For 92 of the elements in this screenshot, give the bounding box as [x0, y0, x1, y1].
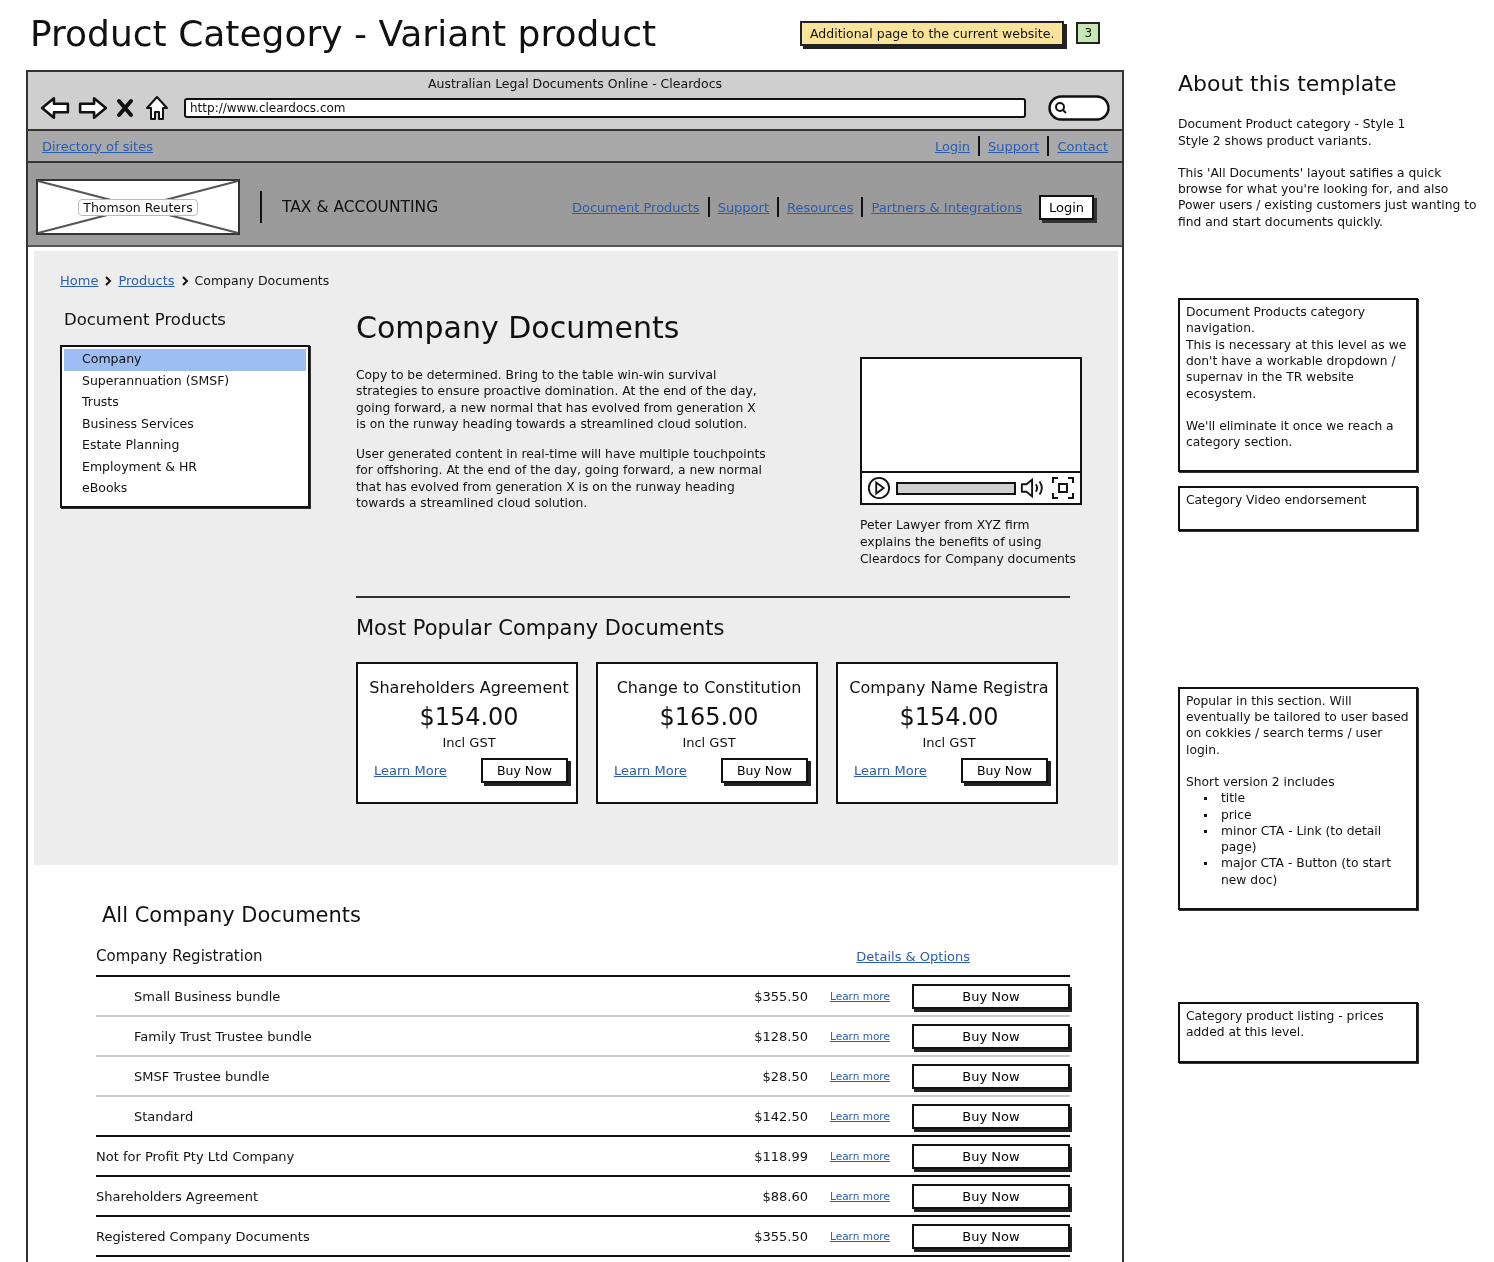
tax-note: Incl GST — [921, 735, 977, 750]
search-field[interactable] — [1048, 95, 1110, 121]
learn-more-link[interactable]: Learn more — [830, 1190, 912, 1202]
back-icon[interactable] — [40, 95, 70, 121]
category-item[interactable]: Employment & HR — [64, 456, 306, 478]
section-title: Most Popular Company Documents — [356, 616, 726, 640]
document-price: $88.60 — [761, 1188, 808, 1204]
note-text: This is necessary at this level as we don't have a workable dropdown / supernav in the TR website ecosystem. — [1186, 336, 1408, 402]
buy-now-button[interactable]: Buy Now — [480, 758, 568, 783]
note-text: We'll eliminate it once we reach a category section. — [1186, 417, 1395, 451]
category-item[interactable]: Company — [64, 349, 306, 371]
note-text: Category Video endorsement — [1186, 492, 1368, 509]
learn-more-link[interactable]: Learn more — [830, 1070, 912, 1082]
chevron-icon — [104, 275, 113, 286]
document-price: $142.50 — [753, 1108, 808, 1124]
breadcrumb-link[interactable]: Products — [118, 273, 175, 288]
card-price: $154.00 — [898, 703, 1000, 731]
note-text: Short version 2 includes — [1186, 773, 1336, 791]
note-bullet: price — [1221, 806, 1252, 823]
section-title: Company Documents — [356, 310, 681, 345]
buy-now-button[interactable]: Buy Now — [960, 758, 1048, 783]
learn-more-link[interactable]: Learn More — [374, 763, 447, 778]
section-title: All Company Documents — [102, 903, 363, 927]
document-price: $118.99 — [753, 1148, 808, 1164]
buy-now-button[interactable]: Buy Now — [912, 1063, 1070, 1089]
document-price: $28.50 — [761, 1068, 808, 1084]
learn-more-link[interactable]: Learn more — [830, 1030, 912, 1042]
learn-more-link[interactable]: Learn more — [830, 1110, 912, 1122]
category-item[interactable]: Estate Planning — [64, 435, 306, 457]
note-text: Popular in this section. Will eventually be tailored to user based on cokkies / search terms / user login. — [1186, 692, 1410, 758]
tax-note: Incl GST — [681, 735, 737, 750]
buy-now-button[interactable]: Buy Now — [912, 1183, 1070, 1209]
chevron-icon — [180, 275, 189, 286]
buy-now-button[interactable]: Buy Now — [912, 1023, 1070, 1049]
document-name: SMSF Trustee bundle — [134, 1068, 271, 1084]
note-bullet: major CTA - Button (to start new doc) — [1221, 855, 1393, 888]
about-text: Style 2 shows product variants. — [1178, 132, 1373, 149]
card-title: Change to Constitution — [615, 678, 803, 697]
buy-now-button[interactable]: Buy Now — [912, 1103, 1070, 1129]
learn-more-link[interactable]: Learn more — [830, 1230, 912, 1242]
note-bullet: title — [1221, 790, 1246, 807]
learn-more-link[interactable]: Learn more — [830, 1150, 912, 1162]
category-item[interactable]: Trusts — [64, 392, 306, 414]
learn-more-link[interactable]: Learn more — [830, 990, 912, 1002]
forward-icon[interactable] — [78, 95, 108, 121]
page-title: Product Category - Variant product — [30, 12, 658, 54]
note-bullet: minor CTA - Link (to detail page) — [1221, 822, 1383, 856]
about-text: This 'All Documents' layout satifies a quick browse for what you're looking for, and also Power users / existing customers just wanting to find and start documents quickly. — [1178, 164, 1478, 231]
document-name: Not for Profit Pty Ltd Company — [96, 1148, 296, 1164]
body-text: User generated content in real-time will have multiple touchpoints for offshoring. At the end of the day, going forward, a new normal that has evolved from generation X is on the runway heading towards a streamlined cloud solution. — [356, 446, 766, 512]
group-name: Company Registration — [96, 947, 263, 965]
sticky-note: Additional page to the current website. — [800, 20, 1065, 46]
buy-now-button[interactable]: Buy Now — [720, 758, 808, 783]
document-name: Standard — [134, 1108, 195, 1124]
buy-now-button[interactable]: Buy Now — [912, 1143, 1070, 1169]
buy-now-button[interactable]: Buy Now — [912, 983, 1070, 1009]
card-price: $154.00 — [418, 703, 520, 731]
document-name: Small Business bundle — [134, 988, 282, 1004]
document-name: Family Trust Trustee bundle — [134, 1028, 313, 1044]
document-price: $355.50 — [753, 988, 808, 1004]
document-price: $355.50 — [753, 1228, 808, 1244]
sidebar-title: Document Products — [64, 310, 227, 329]
card-title: Shareholders Agreement — [368, 678, 570, 697]
document-name: Registered Company Documents — [96, 1228, 311, 1244]
document-name: Shareholders Agreement — [96, 1188, 260, 1204]
buy-now-button[interactable]: Buy Now — [912, 1223, 1070, 1249]
card-price: $165.00 — [658, 703, 760, 731]
about-text: Document Product category - Style 1 — [1178, 116, 1407, 133]
about-title: About this template — [1178, 76, 1398, 93]
address-field[interactable]: http://www.cleardocs.com — [184, 98, 1026, 118]
learn-more-link[interactable]: Learn More — [614, 763, 687, 778]
volume-icon[interactable] — [1020, 476, 1046, 500]
brand-name: TAX & ACCOUNTING — [282, 198, 440, 216]
details-link[interactable]: Details & Options — [856, 948, 970, 964]
card-title: Company Name Registra — [848, 678, 1050, 697]
body-text: Copy to be determined. Bring to the table win-win survival strategies to ensure proactive domination. At the end of the day, going forward, a new normal that has evolved from generation X is on the runway heading towards a streamlined cloud solution. — [356, 367, 758, 433]
tax-note: Incl GST — [441, 735, 497, 750]
learn-more-link[interactable]: Learn More — [854, 763, 927, 778]
note-text: Category product listing - prices added at this level. — [1186, 1008, 1385, 1041]
login-button[interactable]: Login — [1038, 194, 1094, 220]
video-caption: Peter Lawyer from XYZ firm explains the benefits of using Cleardocs for Company documents — [860, 517, 1078, 568]
page-number: 3 — [1076, 22, 1101, 44]
category-item[interactable]: Business Services — [64, 413, 306, 435]
category-item[interactable]: eBooks — [64, 478, 306, 500]
document-price: $128.50 — [753, 1028, 808, 1044]
play-icon[interactable] — [866, 476, 892, 500]
category-item[interactable]: Superannuation (SMSF) — [64, 370, 306, 392]
breadcrumb-current: Company Documents — [194, 273, 330, 288]
fullscreen-icon[interactable] — [1050, 476, 1076, 500]
breadcrumb-link[interactable]: Home — [60, 273, 99, 288]
note-text: Document Products category navigation. — [1186, 304, 1366, 337]
window-title: Australian Legal Documents Online - Cleardocs — [426, 76, 724, 91]
